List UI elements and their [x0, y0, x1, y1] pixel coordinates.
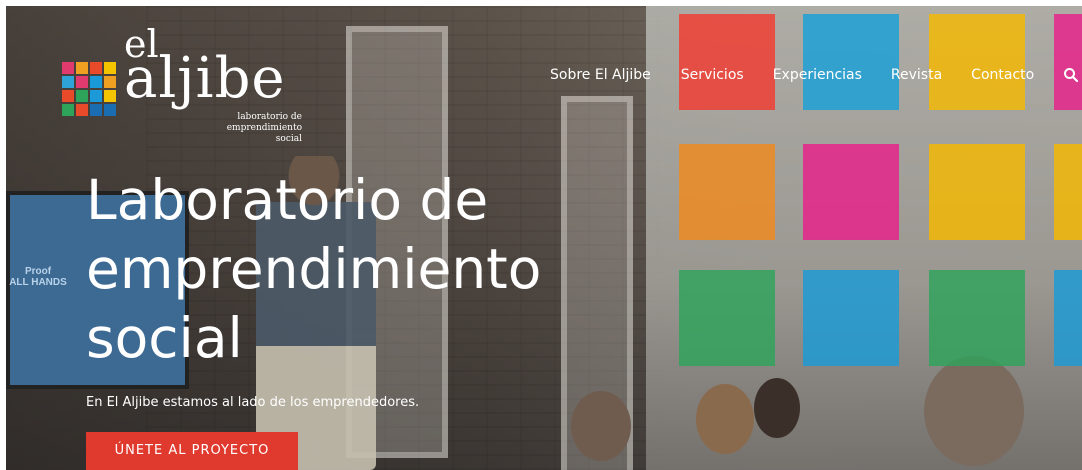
- logo-tagline-line: laboratorio de: [237, 112, 302, 122]
- screen-caption: Proof ALL HANDS: [8, 266, 68, 288]
- hero-subtitle: En El Aljibe estamos al lado de los empr…: [86, 395, 420, 410]
- logo-tagline: laboratorio de emprendimiento social: [222, 112, 302, 145]
- audience-head: [571, 391, 631, 461]
- nav-item-revista[interactable]: Revista: [891, 67, 942, 83]
- search-icon[interactable]: [1063, 67, 1079, 83]
- screen-text-1: Proof: [24, 266, 52, 277]
- join-project-button[interactable]: ÚNETE AL PROYECTO: [86, 432, 298, 470]
- logo-grid-square: [104, 62, 116, 74]
- screen-text-2: ALL HANDS: [9, 277, 67, 288]
- logo-mark-grid: [62, 62, 116, 116]
- color-tile: [929, 14, 1025, 110]
- logo-grid-square: [104, 90, 116, 102]
- hero-section: Proof ALL HANDS el aljibe laboratorio de…: [6, 6, 1082, 470]
- color-tile-edge: [1054, 270, 1082, 366]
- hero-title-line: Laboratorio de: [86, 168, 489, 232]
- color-tile: [679, 14, 775, 110]
- logo-grid-square: [62, 104, 74, 116]
- nav-item-contacto[interactable]: Contacto: [971, 67, 1034, 83]
- logo-grid-square: [90, 104, 102, 116]
- site-logo[interactable]: el aljibe laboratorio de emprendimiento …: [62, 22, 302, 158]
- color-tile: [679, 270, 775, 366]
- logo-grid-square: [76, 76, 88, 88]
- audience-head: [754, 378, 800, 438]
- color-tile: [803, 270, 899, 366]
- nav-item-servicios[interactable]: Servicios: [681, 67, 744, 83]
- logo-tagline-line: emprendimiento: [226, 123, 302, 133]
- logo-grid-square: [76, 62, 88, 74]
- logo-grid-square: [104, 76, 116, 88]
- hero-title: Laboratorio de emprendimiento social: [86, 166, 646, 373]
- logo-word-main: aljibe: [124, 46, 286, 111]
- color-tile: [679, 144, 775, 240]
- logo-grid-square: [76, 90, 88, 102]
- logo-grid-square: [90, 90, 102, 102]
- color-tile: [803, 14, 899, 110]
- logo-grid-square: [62, 90, 74, 102]
- logo-grid-square: [62, 76, 74, 88]
- audience-head: [924, 356, 1024, 466]
- logo-grid-square: [90, 62, 102, 74]
- hero-title-line: social: [86, 306, 243, 370]
- nav-item-experiencias[interactable]: Experiencias: [773, 67, 862, 83]
- color-tile: [929, 144, 1025, 240]
- logo-grid-square: [104, 104, 116, 116]
- hero-title-line: emprendimiento: [86, 237, 542, 301]
- logo-grid-square: [62, 62, 74, 74]
- color-tile: [803, 144, 899, 240]
- color-tile: [929, 270, 1025, 366]
- color-tile-edge: [1054, 14, 1082, 110]
- logo-grid-square: [90, 76, 102, 88]
- main-nav: Sobre El Aljibe Servicios Experiencias R…: [550, 67, 1079, 83]
- audience-head: [696, 384, 754, 454]
- logo-tagline-line: social: [275, 134, 302, 144]
- logo-grid-square: [76, 104, 88, 116]
- color-tile-edge: [1054, 144, 1082, 240]
- nav-item-sobre[interactable]: Sobre El Aljibe: [550, 67, 651, 83]
